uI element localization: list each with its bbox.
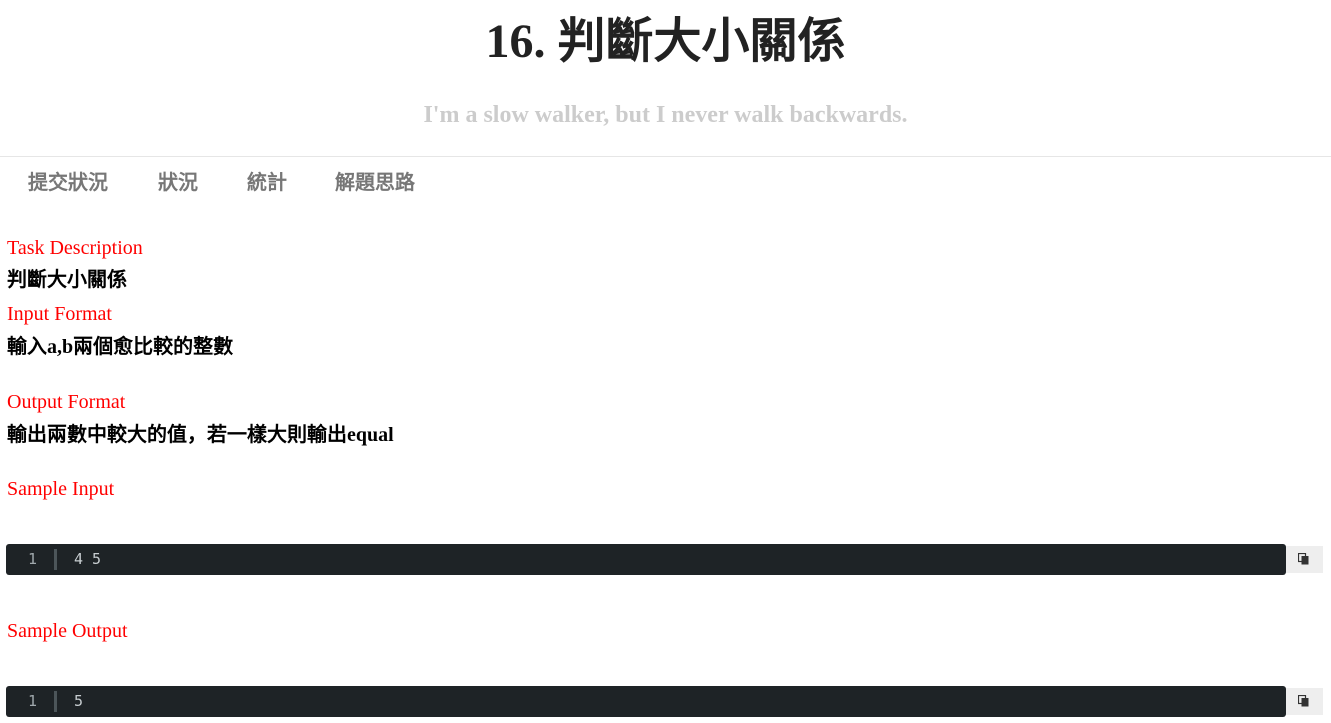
input-format-text: 輸入a,b兩個愈比較的整數 [7, 336, 234, 358]
sample-input-code: 4 5 [74, 550, 102, 568]
task-description-text: 判斷大小關係 [7, 269, 127, 291]
copy-sample-input-button[interactable] [1286, 546, 1323, 573]
output-format-text: 輸出兩數中較大的值，若一樣大則輸出equal [7, 424, 394, 446]
sample-input-label: Sample Input [7, 478, 115, 500]
gutter-divider [54, 691, 57, 712]
tab-submission-status[interactable]: 提交狀況 [28, 166, 108, 200]
line-number: 1 [28, 550, 38, 568]
line-number: 1 [28, 692, 38, 710]
sample-output-code: 5 [74, 692, 84, 710]
page-title: 16. 判斷大小關係 [485, 15, 846, 68]
copy-icon [1298, 695, 1309, 707]
copy-icon [1298, 553, 1309, 565]
input-format-label: Input Format [7, 303, 112, 325]
tab-statistics[interactable]: 統計 [247, 166, 287, 200]
sample-output-label: Sample Output [7, 620, 128, 642]
task-description-label: Task Description [7, 237, 143, 259]
page-subtitle: I'm a slow walker, but I never walk back… [423, 102, 908, 128]
sample-input-code-block: 1 4 5 [6, 544, 1286, 575]
gutter-divider [54, 549, 57, 570]
output-format-label: Output Format [7, 391, 126, 413]
tab-status[interactable]: 狀況 [158, 166, 198, 200]
tab-solution-ideas[interactable]: 解題思路 [335, 166, 415, 200]
copy-sample-output-button[interactable] [1286, 688, 1323, 715]
page-header: 16. 判斷大小關係 I'm a slow walker, but I neve… [0, 0, 1331, 157]
sample-output-code-block: 1 5 [6, 686, 1286, 717]
